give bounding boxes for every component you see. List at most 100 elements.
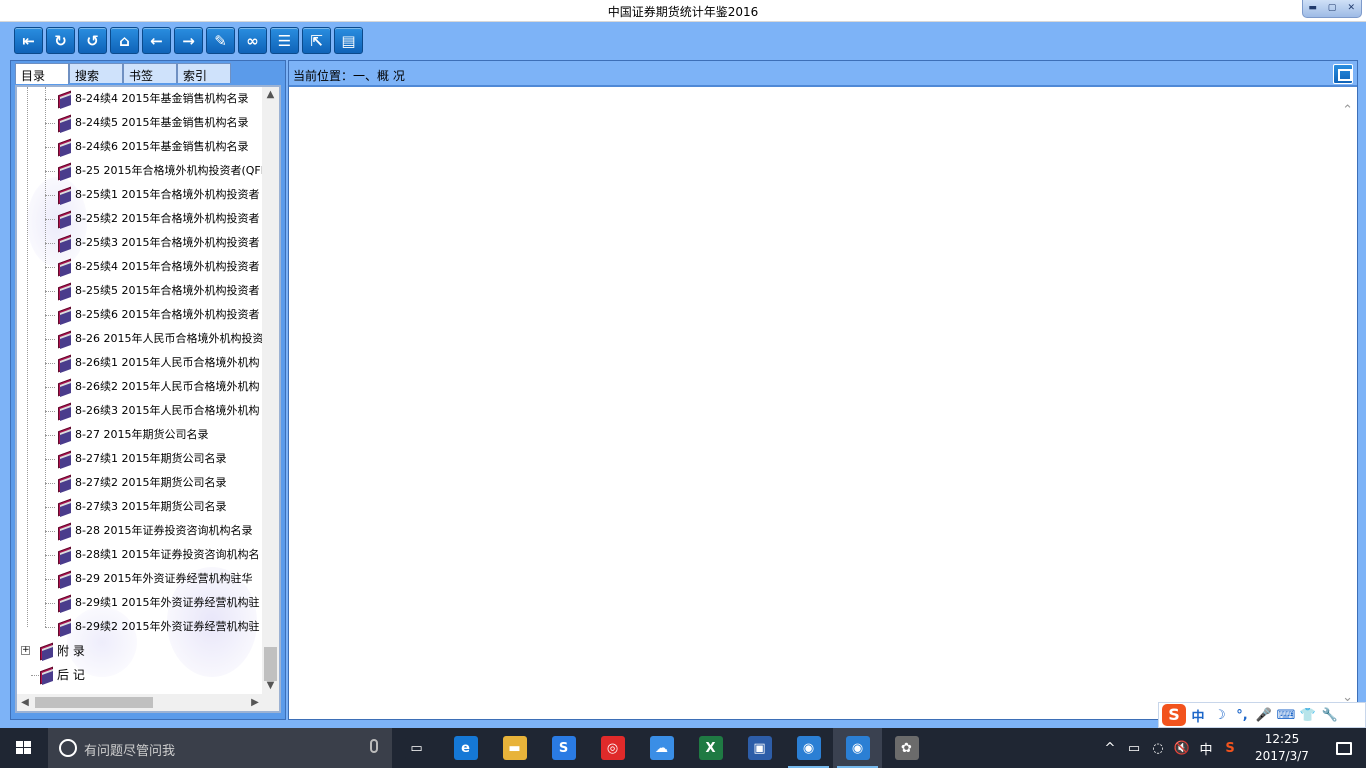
taskbar-file-explorer[interactable]: ▬ xyxy=(490,728,539,768)
maximize-button[interactable]: ▢ xyxy=(1322,0,1341,17)
exit-button[interactable]: ⇤ xyxy=(14,27,43,54)
tree-node[interactable]: 8-28续1 2015年证券投资咨询机构名 xyxy=(17,543,263,567)
search-button[interactable]: ✎ xyxy=(206,27,235,54)
tree-node[interactable]: 8-24续5 2015年基金销售机构名录 xyxy=(17,111,263,135)
tree-node[interactable]: 8-25续4 2015年合格境外机构投资者 xyxy=(17,255,263,279)
tab-3[interactable]: 索引 xyxy=(177,63,231,83)
tree-guide-line xyxy=(45,531,55,532)
book-icon xyxy=(57,308,72,322)
tray-icon[interactable]: ◌ xyxy=(1146,741,1170,756)
sogou-ime-logo[interactable]: S xyxy=(1162,704,1186,726)
ime-tool-icon[interactable]: 中 xyxy=(1188,706,1208,725)
tree-node[interactable]: 8-28 2015年证券投资咨询机构名录 xyxy=(17,519,263,543)
tab-2[interactable]: 书签 xyxy=(123,63,177,83)
book-icon xyxy=(57,164,72,178)
scroll-thumb[interactable] xyxy=(264,647,277,681)
tray-icon[interactable]: 🔇 xyxy=(1170,741,1194,756)
ime-tool-icon[interactable]: 👕 xyxy=(1298,708,1318,723)
expand-icon[interactable]: + xyxy=(21,646,30,655)
ime-tool-icon[interactable]: 🎤 xyxy=(1254,708,1274,723)
current-location: 当前位置：一、概 况 xyxy=(293,69,405,83)
taskbar: 有问题尽管问我 ▭ e ▬ S ◎ ☁ X ▣ ◉ ◉ ✿ ^ ▭ ◌ 🔇 中 S 12:25 2017/3/… xyxy=(0,728,1366,768)
fullscreen-button[interactable] xyxy=(1333,64,1353,84)
minimize-button[interactable]: ▬ xyxy=(1303,0,1322,17)
tree-horizontal-scrollbar[interactable]: ◀ ▶ xyxy=(17,694,279,711)
tree-node-top[interactable]: 后 记 xyxy=(17,663,263,687)
scroll-right-arrow[interactable]: ▶ xyxy=(247,694,263,711)
tray-icon[interactable]: S xyxy=(1218,741,1242,756)
forward-button[interactable]: → xyxy=(174,27,203,54)
taskbar-reader[interactable]: ▣ xyxy=(735,728,784,768)
tree-node[interactable]: 8-27 2015年期货公司名录 xyxy=(17,423,263,447)
taskbar-task-view[interactable]: ▭ xyxy=(392,728,441,768)
tree-node[interactable]: 8-25续1 2015年合格境外机构投资者 xyxy=(17,183,263,207)
ime-tool-icon[interactable]: ☽ xyxy=(1210,708,1230,723)
tree-vertical-scrollbar[interactable]: ▲ ▼ xyxy=(262,87,279,694)
taskbar-baidu-cloud[interactable]: ☁ xyxy=(637,728,686,768)
tree-node[interactable]: 8-26续1 2015年人民币合格境外机构 xyxy=(17,351,263,375)
tree-guide-line xyxy=(45,123,55,124)
tree-node[interactable]: 8-25续3 2015年合格境外机构投资者 xyxy=(17,231,263,255)
tree-node[interactable]: 8-29 2015年外资证券经营机构驻华 xyxy=(17,567,263,591)
tray-icon[interactable]: ^ xyxy=(1098,741,1122,756)
notes-button[interactable]: ☰ xyxy=(270,27,299,54)
scroll-down-arrow[interactable]: ▼ xyxy=(262,678,279,694)
clock[interactable]: 12:25 2017/3/7 xyxy=(1242,731,1322,765)
taskbar-sogou-browser[interactable]: S xyxy=(539,728,588,768)
microphone-icon[interactable] xyxy=(370,739,378,753)
refresh-button[interactable]: ↻ xyxy=(46,27,75,54)
tree-node[interactable]: 8-25续2 2015年合格境外机构投资者 xyxy=(17,207,263,231)
scroll-thumb[interactable] xyxy=(35,697,153,708)
book-icon xyxy=(57,524,72,538)
notes-icon: ☰ xyxy=(277,31,292,50)
document-view[interactable]: ⌃ ⌄ xyxy=(289,89,1357,719)
tree-guide-line xyxy=(45,363,55,364)
reload-button[interactable]: ↺ xyxy=(78,27,107,54)
tree-node[interactable]: 8-27续3 2015年期货公司名录 xyxy=(17,495,263,519)
taskbar-yearbook-app-2[interactable]: ◉ xyxy=(833,728,882,768)
ime-tool-icon[interactable]: 🔧 xyxy=(1320,708,1340,723)
start-button[interactable] xyxy=(0,728,48,768)
tray-icon[interactable]: 中 xyxy=(1194,739,1218,758)
export-button[interactable]: ⇱ xyxy=(302,27,331,54)
tree-node[interactable]: 8-25续6 2015年合格境外机构投资者 xyxy=(17,303,263,327)
tab-1[interactable]: 搜索 xyxy=(69,63,123,83)
home-icon: ⌂ xyxy=(119,31,130,50)
tray-icon[interactable]: ▭ xyxy=(1122,741,1146,756)
book-icon xyxy=(57,548,72,562)
tree-node[interactable]: 8-29续2 2015年外资证券经营机构驻 xyxy=(17,615,263,639)
ime-tool-icon[interactable]: °, xyxy=(1232,708,1252,723)
tab-0[interactable]: 目录 xyxy=(15,63,69,84)
link-button[interactable]: ∞ xyxy=(238,27,267,54)
content-scroll-up-arrow[interactable]: ⌃ xyxy=(1342,103,1353,118)
action-center-button[interactable] xyxy=(1322,728,1366,768)
scroll-left-arrow[interactable]: ◀ xyxy=(17,694,33,711)
tree-node[interactable]: 8-25续5 2015年合格境外机构投资者 xyxy=(17,279,263,303)
tree-node-label: 8-25续6 2015年合格境外机构投资者 xyxy=(75,308,260,321)
ime-tool-icon[interactable]: ⌨ xyxy=(1276,708,1296,723)
tree-node-top[interactable]: + 附 录 xyxy=(17,639,263,663)
tree-node[interactable]: 8-26续2 2015年人民币合格境外机构 xyxy=(17,375,263,399)
taskbar-edge[interactable]: e xyxy=(441,728,490,768)
tree-node[interactable]: 8-25 2015年合格境外机构投资者(QFII) xyxy=(17,159,263,183)
tree-node[interactable]: 8-29续1 2015年外资证券经营机构驻 xyxy=(17,591,263,615)
home-button[interactable]: ⌂ xyxy=(110,27,139,54)
book-icon xyxy=(57,116,72,130)
tree-node[interactable]: 8-27续2 2015年期货公司名录 xyxy=(17,471,263,495)
cortana-search[interactable]: 有问题尽管问我 xyxy=(48,728,392,768)
taskbar-yearbook-app-1[interactable]: ◉ xyxy=(784,728,833,768)
print-button[interactable]: ▤ xyxy=(334,27,363,54)
book-icon xyxy=(57,572,72,586)
tree-node[interactable]: 8-27续1 2015年期货公司名录 xyxy=(17,447,263,471)
taskbar-netease-music[interactable]: ◎ xyxy=(588,728,637,768)
tree-node[interactable]: 8-24续4 2015年基金销售机构名录 xyxy=(17,87,263,111)
tree-node[interactable]: 8-24续6 2015年基金销售机构名录 xyxy=(17,135,263,159)
close-button[interactable]: ✕ xyxy=(1342,0,1361,17)
back-button[interactable]: ← xyxy=(142,27,171,54)
scroll-up-arrow[interactable]: ▲ xyxy=(262,87,279,103)
tree-node[interactable]: 8-26 2015年人民币合格境外机构投资 xyxy=(17,327,263,351)
taskbar-paint[interactable]: ✿ xyxy=(882,728,931,768)
tree-node[interactable]: 8-26续3 2015年人民币合格境外机构 xyxy=(17,399,263,423)
tree-node-label: 8-26续3 2015年人民币合格境外机构 xyxy=(75,404,260,417)
taskbar-excel[interactable]: X xyxy=(686,728,735,768)
